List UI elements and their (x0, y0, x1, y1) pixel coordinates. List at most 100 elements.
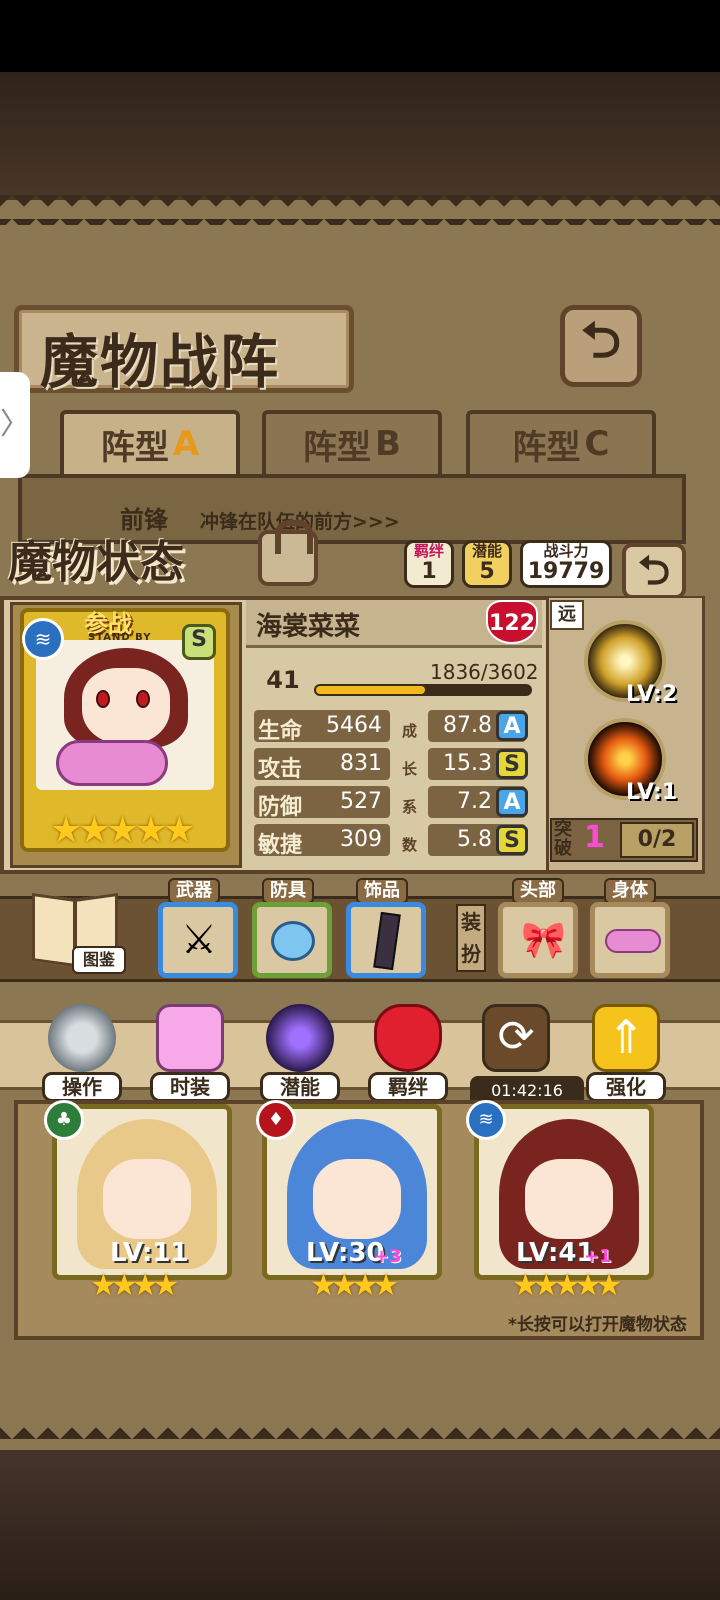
gear-icon (48, 1004, 116, 1072)
operate-button[interactable]: 操作 (40, 1000, 124, 1102)
crystal-icon (373, 911, 401, 971)
stat-value: 309 (340, 827, 382, 852)
fire-element-icon: ♦ (256, 1100, 296, 1140)
body-tag: 身体 (604, 878, 656, 904)
power-badge: 战斗力 19779 (520, 540, 612, 588)
weapon-slot[interactable]: ⚔ (158, 902, 238, 978)
snake-icon (605, 929, 661, 953)
grade-badge: S (496, 749, 528, 779)
armor-tag: 防具 (262, 878, 314, 904)
sword-icon: ⚔ (181, 917, 217, 963)
action-label: 强化 (586, 1072, 666, 1102)
potential-value: 5 (479, 559, 495, 584)
bond-badge: 羁绊 1 (404, 540, 454, 588)
portrait-eye (96, 690, 110, 708)
hint-text: *长按可以打开魔物状态 (508, 1315, 687, 1335)
page-title: 魔物战阵 (40, 328, 281, 396)
water-element-icon: ≋ (466, 1100, 506, 1140)
tab-letter: B (375, 424, 401, 464)
armor-slot[interactable] (252, 902, 332, 978)
action-label: 潜能 (260, 1072, 340, 1102)
body-slot[interactable] (590, 902, 670, 978)
tab-formation-c[interactable]: 阵型 C (466, 410, 656, 478)
portrait-eye (136, 690, 150, 708)
background-top (0, 72, 720, 202)
bond-label: 羁绊 (413, 542, 444, 560)
grade-badge: A (496, 711, 528, 741)
grade-badge: A (496, 787, 528, 817)
potential-icon (266, 1004, 334, 1072)
team-stars: ★★★★ (310, 1268, 400, 1303)
skill-1-level: LV:2 (626, 682, 678, 707)
team-stars: ★★★★★ (512, 1268, 623, 1303)
portrait-face (103, 1159, 191, 1239)
star-rating: ★★★★★ (50, 810, 195, 851)
portrait-face (82, 668, 170, 744)
level-badge: 41 (266, 666, 300, 694)
tab-letter: A (172, 424, 200, 464)
stat-value: 527 (340, 789, 382, 814)
tab-label: 阵型 (303, 427, 372, 468)
close-status-button[interactable]: ⮌ (622, 543, 686, 599)
tab-formation-b[interactable]: 阵型 B (262, 410, 442, 478)
background-bottom (0, 1450, 720, 1600)
upgrade-button[interactable]: ⇑ 强化 (584, 1000, 668, 1102)
outfit-icon (156, 1004, 224, 1072)
outfit-label: 装扮 (456, 904, 486, 972)
growth-value: 87.8 (443, 713, 492, 738)
stat-label: 敏捷 (258, 833, 303, 858)
skill-2-level: LV:1 (626, 780, 678, 805)
team-level: LV:11 (110, 1238, 189, 1268)
power-value: 19779 (527, 559, 605, 584)
back-arrow-icon[interactable]: ⮌ (560, 305, 642, 387)
team-level: LV:41 (516, 1238, 595, 1268)
accessory-slot[interactable] (346, 902, 426, 978)
tab-label: 阵型 (512, 427, 581, 468)
tab-formation-a[interactable]: 阵型 A (60, 410, 240, 478)
stat-value: 5464 (326, 713, 382, 738)
lock-icon[interactable] (258, 520, 318, 586)
bond-button[interactable]: 羁绊 (366, 1000, 450, 1102)
head-slot[interactable]: 🎀 (498, 902, 578, 978)
upgrade-icon: ⇑ (592, 1004, 660, 1072)
tab-letter: C (584, 424, 610, 464)
bond-icon (374, 1004, 442, 1072)
break-through-progress: 0/2 (620, 822, 694, 858)
head-tag: 头部 (512, 878, 564, 904)
action-label: 羁绊 (368, 1072, 448, 1102)
potential-badge: 潜能 5 (462, 540, 512, 588)
torn-edge-bottom (0, 1415, 720, 1449)
stat-label: 生命 (258, 719, 303, 744)
status-bar-area (0, 0, 720, 72)
fashion-button[interactable]: 时装 (148, 1000, 232, 1102)
team-stars: ★★★★ (90, 1268, 180, 1303)
team-level: LV:30 (306, 1238, 385, 1268)
growth-value: 7.2 (457, 789, 492, 814)
potential-label: 潜能 (471, 542, 502, 560)
action-label: 操作 (42, 1072, 122, 1102)
snake-pet (56, 740, 168, 786)
break-through-value: 1 (584, 820, 605, 855)
growth-value: 5.8 (457, 827, 492, 852)
portrait-face (525, 1159, 613, 1239)
swap-icon: ⟳ (482, 1004, 550, 1072)
helmet-icon (271, 921, 315, 961)
dex-label: 图鉴 (72, 946, 126, 974)
torn-edge-top (0, 195, 720, 225)
leaf-element-icon: ♣ (44, 1100, 84, 1140)
accessory-tag: 饰品 (356, 878, 408, 904)
side-drawer-handle[interactable]: 〉 (0, 372, 30, 478)
exp-text: 1836/3602 (430, 660, 539, 684)
ribbon-icon: 🎀 (521, 920, 566, 961)
grade-badge: S (496, 825, 528, 855)
growth-char: 数 (402, 836, 418, 854)
growth-char: 系 (402, 798, 418, 816)
potential-button[interactable]: 潜能 (258, 1000, 342, 1102)
water-element-icon: ≋ (22, 618, 64, 660)
bond-value: 1 (421, 559, 437, 584)
status-title: 魔物状态 (8, 537, 184, 588)
range-label: 远 (550, 600, 584, 630)
action-label: 时装 (150, 1072, 230, 1102)
exp-bar-fill (316, 686, 425, 694)
growth-value: 15.3 (443, 751, 492, 776)
